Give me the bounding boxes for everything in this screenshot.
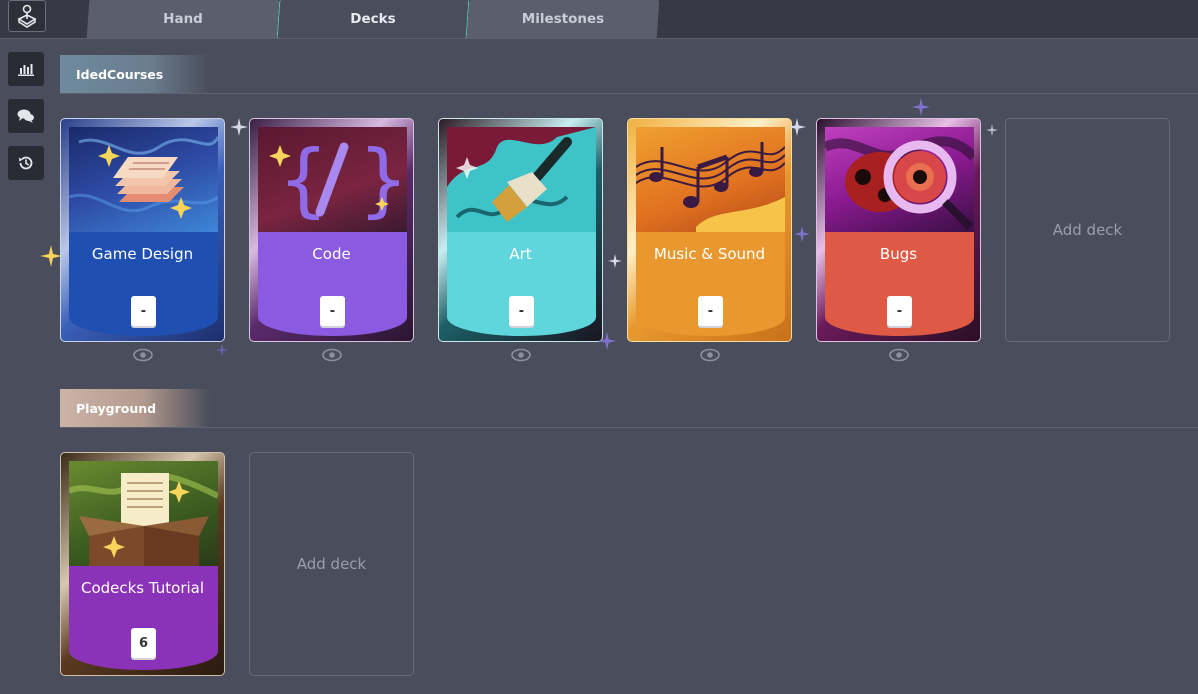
- conversations-button[interactable]: [8, 99, 44, 133]
- deck-title: Codecks Tutorial: [80, 579, 205, 597]
- sparkle-icon: [986, 124, 998, 136]
- section-label[interactable]: IdedCourses: [60, 55, 210, 93]
- deck-count-badge: -: [131, 296, 156, 326]
- deck-count-badge: 6: [131, 628, 156, 658]
- history-button[interactable]: [8, 146, 44, 180]
- section-header-playground: Playground: [60, 389, 1198, 428]
- section-header-courses: IdedCourses: [60, 55, 1198, 94]
- sparkle-icon: [40, 245, 62, 267]
- eye-icon[interactable]: [700, 348, 720, 362]
- tab-decks[interactable]: Decks: [276, 0, 470, 38]
- layered-pages-icon: [69, 136, 218, 219]
- app-logo[interactable]: [8, 0, 46, 32]
- sparkle-icon: [216, 344, 228, 356]
- magnifier-bug-icon: [825, 136, 974, 230]
- deck-title: Art: [509, 245, 532, 263]
- deck-count-badge: -: [509, 296, 534, 326]
- eye-icon[interactable]: [322, 348, 342, 362]
- sparkle-icon: [794, 226, 810, 242]
- history-icon: [19, 156, 33, 170]
- deck-count-badge: -: [320, 296, 345, 326]
- deck-count-badge: -: [887, 296, 912, 326]
- sparkle-icon: [788, 118, 806, 136]
- add-deck-label: Add deck: [296, 555, 367, 573]
- deck-title: Code: [312, 245, 351, 263]
- add-deck-label: Add deck: [1052, 221, 1123, 239]
- eye-icon[interactable]: [511, 348, 531, 362]
- top-bar: Hand Decks Milestones: [0, 0, 1198, 39]
- code-braces-icon: { }: [269, 133, 407, 226]
- eye-icon[interactable]: [889, 348, 909, 362]
- tab-milestones[interactable]: Milestones: [466, 0, 660, 38]
- sparkle-icon: [912, 98, 930, 116]
- eye-icon[interactable]: [133, 348, 153, 362]
- deck-card-code[interactable]: { } Code -: [249, 118, 414, 342]
- music-notes-icon: [636, 142, 785, 232]
- joystick-icon: [17, 4, 37, 28]
- section-label[interactable]: Playground: [60, 389, 210, 427]
- deck-card-art[interactable]: Art -: [438, 118, 603, 342]
- sparkle-icon: [230, 118, 248, 136]
- paintbrush-icon: [447, 127, 596, 232]
- deck-title: Bugs: [879, 245, 918, 263]
- svg-text:}: }: [358, 133, 407, 226]
- stats-button[interactable]: [8, 52, 44, 86]
- bar-chart-icon: [18, 64, 34, 76]
- deck-card-music-sound[interactable]: Music & Sound -: [627, 118, 792, 342]
- deck-card-game-design[interactable]: Game Design -: [60, 118, 225, 342]
- chat-bubbles-icon: [17, 109, 34, 123]
- deck-count-badge: -: [698, 296, 723, 326]
- deck-title: Music & Sound: [653, 245, 766, 263]
- sparkle-icon: [598, 332, 616, 350]
- sidebar: [8, 52, 44, 193]
- deck-title: Game Design: [91, 245, 194, 263]
- add-deck-button[interactable]: Add deck: [1005, 118, 1170, 342]
- deck-card-bugs[interactable]: Bugs -: [816, 118, 981, 342]
- deck-card-codecks-tutorial[interactable]: Codecks Tutorial 6: [60, 452, 225, 676]
- open-box-icon: [69, 472, 218, 566]
- tab-hand[interactable]: Hand: [86, 0, 280, 38]
- add-deck-button[interactable]: Add deck: [249, 452, 414, 676]
- sparkle-icon: [608, 254, 622, 268]
